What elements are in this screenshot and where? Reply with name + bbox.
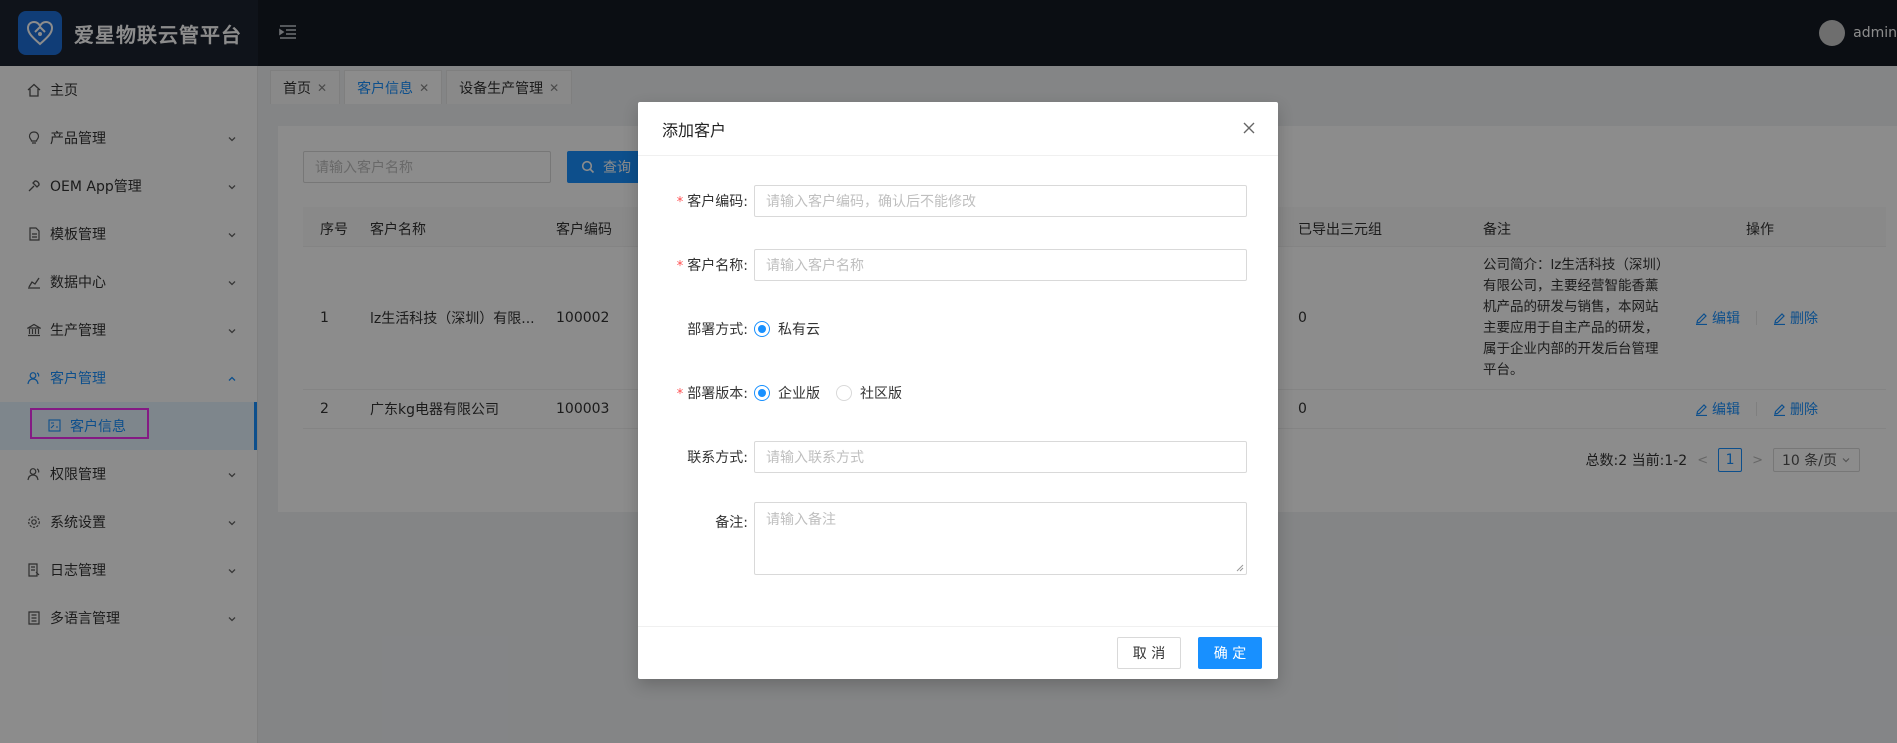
form-label: * 客户编码: [638, 191, 754, 211]
resize-handle-icon[interactable] [1236, 564, 1244, 572]
radio-checked[interactable] [754, 385, 770, 401]
form-row-version: * 部署版本: 企业版 社区版 [638, 377, 1278, 409]
modal-header: 添加客户 [638, 102, 1278, 156]
radio-label: 私有云 [778, 322, 820, 338]
radio-checked[interactable] [754, 321, 770, 337]
radio-community[interactable]: 社区版 [836, 383, 902, 403]
customer-name-input[interactable]: 请输入客户名称 [754, 249, 1247, 281]
form-row-name: * 客户名称: 请输入客户名称 [638, 249, 1278, 281]
form-row-code: * 客户编码: 请输入客户编码，确认后不能修改 [638, 185, 1278, 217]
radio-unchecked[interactable] [836, 385, 852, 401]
form-row-remark: 备注: 请输入备注 [638, 502, 1278, 575]
remark-label: 备注: [715, 515, 748, 531]
remark-textarea[interactable]: 请输入备注 [754, 502, 1247, 575]
modal-title: 添加客户 [662, 120, 727, 140]
close-icon[interactable] [1242, 120, 1258, 136]
contact-label: 联系方式: [687, 450, 748, 466]
code-label: 客户编码: [687, 194, 748, 210]
remark-placeholder: 请输入备注 [766, 512, 836, 528]
radio-enterprise[interactable]: 企业版 [754, 383, 820, 403]
form-row-deploy: 部署方式: 私有云 [638, 313, 1278, 345]
cancel-button[interactable]: 取 消 [1117, 637, 1181, 669]
required-mark: * [676, 259, 684, 274]
form-label: * 部署版本: [638, 383, 754, 403]
radio-label: 企业版 [778, 386, 820, 402]
required-mark: * [676, 387, 684, 402]
modal-footer: 取 消 确 定 [638, 626, 1278, 679]
customer-code-input[interactable]: 请输入客户编码，确认后不能修改 [754, 185, 1247, 217]
version-label: 部署版本: [687, 386, 748, 402]
required-mark: * [676, 195, 684, 210]
deploy-label: 部署方式: [687, 322, 748, 338]
radio-private-cloud[interactable]: 私有云 [754, 319, 820, 339]
form-label: 联系方式: [638, 447, 754, 467]
add-customer-modal: 添加客户 * 客户编码: 请输入客户编码，确认后不能修改 * 客户名称: 请输入客户… [638, 102, 1278, 679]
form-row-contact: 联系方式: 请输入联系方式 [638, 441, 1278, 473]
contact-input[interactable]: 请输入联系方式 [754, 441, 1247, 473]
form-label: 部署方式: [638, 319, 754, 339]
confirm-button[interactable]: 确 定 [1198, 637, 1262, 669]
name-label: 客户名称: [687, 258, 748, 274]
form-label: * 客户名称: [638, 255, 754, 275]
radio-label: 社区版 [860, 386, 902, 402]
form-label: 备注: [638, 502, 754, 532]
